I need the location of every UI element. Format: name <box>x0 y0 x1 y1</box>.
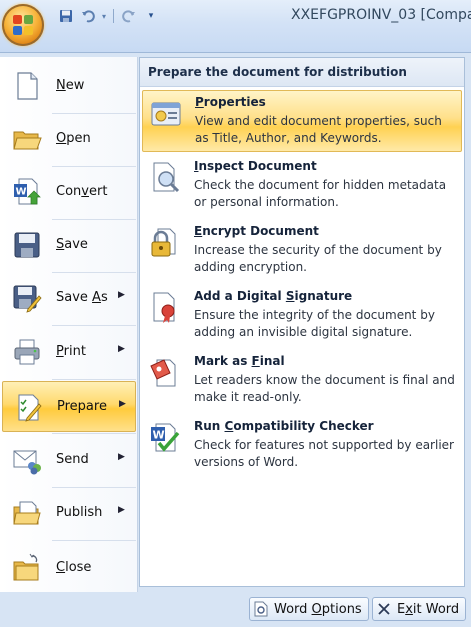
prepare-item-properties[interactable]: Properties View and edit document proper… <box>142 90 462 152</box>
encrypt-lock-icon <box>151 228 176 257</box>
menu-item-new[interactable]: New <box>2 61 136 112</box>
prepare-item-digital-signature[interactable]: Add a Digital Signature Ensure the integ… <box>142 285 462 347</box>
menu-item-label: Close <box>56 560 92 575</box>
submenu-arrow-icon: ▶ <box>118 290 125 300</box>
item-description: Let readers know the document is final a… <box>194 373 455 404</box>
item-title: Inspect Document <box>194 159 317 173</box>
menu-item-label: Save <box>56 237 88 252</box>
item-description: Increase the security of the document by… <box>194 243 442 274</box>
submenu-header: Prepare the document for distribution <box>140 58 464 87</box>
undo-dropdown-icon[interactable]: ▾ <box>100 7 108 25</box>
menu-item-label: Publish <box>56 505 103 520</box>
submenu-arrow-icon: ▶ <box>118 344 125 354</box>
properties-icon <box>151 102 181 126</box>
item-description: Check the document for hidden metadata o… <box>194 178 447 209</box>
item-title: Encrypt Document <box>194 224 319 238</box>
prepare-icon <box>18 394 42 422</box>
quick-access-toolbar: ▾ ▾ <box>56 6 161 26</box>
menu-item-save[interactable]: Save <box>2 220 136 271</box>
prepare-submenu: Prepare the document for distribution Pr… <box>139 57 465 587</box>
send-icon <box>13 450 41 475</box>
mark-final-icon <box>150 359 176 387</box>
office-menu: New Open W Convert Save Save As ▶ Print … <box>0 52 471 627</box>
item-title: Mark as Final <box>194 354 285 368</box>
svg-text:W: W <box>153 429 165 442</box>
customize-qat-icon[interactable]: ▾ <box>141 7 161 25</box>
menu-item-label: Open <box>56 131 91 146</box>
submenu-arrow-icon: ▶ <box>118 452 125 462</box>
svg-text:W: W <box>16 187 27 198</box>
save-as-icon <box>13 285 42 313</box>
menu-item-label: Convert <box>56 184 108 199</box>
close-folder-icon <box>13 553 39 581</box>
compatibility-checker-icon: W <box>151 423 180 452</box>
item-description: View and edit document properties, such … <box>195 114 442 145</box>
prepare-item-compatibility-checker[interactable]: W Run Compatibility Checker Check for fe… <box>142 415 462 477</box>
digital-signature-icon <box>153 292 175 323</box>
submenu-arrow-icon: ▶ <box>118 505 125 515</box>
exit-word-label: Exit Word <box>397 601 460 617</box>
save-icon[interactable] <box>56 7 76 25</box>
item-title: Run Compatibility Checker <box>194 419 374 433</box>
publish-icon <box>13 501 41 525</box>
printer-icon <box>14 339 40 365</box>
new-document-icon <box>17 72 38 100</box>
submenu-arrow-icon: ▶ <box>119 399 126 409</box>
word-options-label: Word Options <box>274 601 362 617</box>
window-title: XXEFGPROINV_03 [Compati <box>291 7 471 23</box>
menu-item-label: Prepare <box>57 399 107 414</box>
menu-item-close[interactable]: Close <box>2 543 136 594</box>
item-title: Properties <box>195 95 266 109</box>
item-title: Add a Digital Signature <box>194 289 353 303</box>
menu-item-save-as[interactable]: Save As ▶ <box>2 273 136 324</box>
item-description: Check for features not supported by earl… <box>194 438 454 469</box>
qat-separator <box>113 9 114 23</box>
command-list: New Open W Convert Save Save As ▶ Print … <box>0 57 138 592</box>
title-bar: ▾ ▾ XXEFGPROINV_03 [Compati <box>0 0 471 52</box>
prepare-item-inspect-document[interactable]: Inspect Document Check the document for … <box>142 155 462 217</box>
prepare-item-encrypt-document[interactable]: Encrypt Document Increase the security o… <box>142 220 462 282</box>
menu-item-send[interactable]: Send ▶ <box>2 435 136 486</box>
menu-item-label: Print <box>56 344 86 359</box>
save-disk-icon <box>14 232 40 258</box>
convert-icon: W <box>14 178 41 205</box>
undo-icon[interactable] <box>78 7 98 25</box>
menu-item-publish[interactable]: Publish ▶ <box>2 488 136 539</box>
menu-item-label: Send <box>56 452 89 467</box>
inspect-document-icon <box>153 162 180 193</box>
item-description: Ensure the integrity of the document by … <box>194 308 435 339</box>
menu-item-prepare[interactable]: Prepare ▶ <box>2 381 136 432</box>
redo-icon[interactable] <box>119 7 139 25</box>
word-options-button[interactable]: Word Options <box>249 597 369 621</box>
menu-item-label: New <box>56 78 85 93</box>
close-x-icon <box>378 603 390 615</box>
open-folder-icon <box>13 131 42 150</box>
menu-item-open[interactable]: Open <box>2 114 136 165</box>
prepare-item-mark-as-final[interactable]: Mark as Final Let readers know the docum… <box>142 350 462 412</box>
menu-item-print[interactable]: Print ▶ <box>2 327 136 378</box>
exit-word-button[interactable]: Exit Word <box>372 597 467 621</box>
office-logo-icon <box>13 15 33 35</box>
word-options-icon <box>254 601 268 617</box>
menu-item-label: Save As <box>56 290 108 305</box>
office-button[interactable] <box>2 4 44 46</box>
menu-item-convert[interactable]: W Convert <box>2 167 136 218</box>
